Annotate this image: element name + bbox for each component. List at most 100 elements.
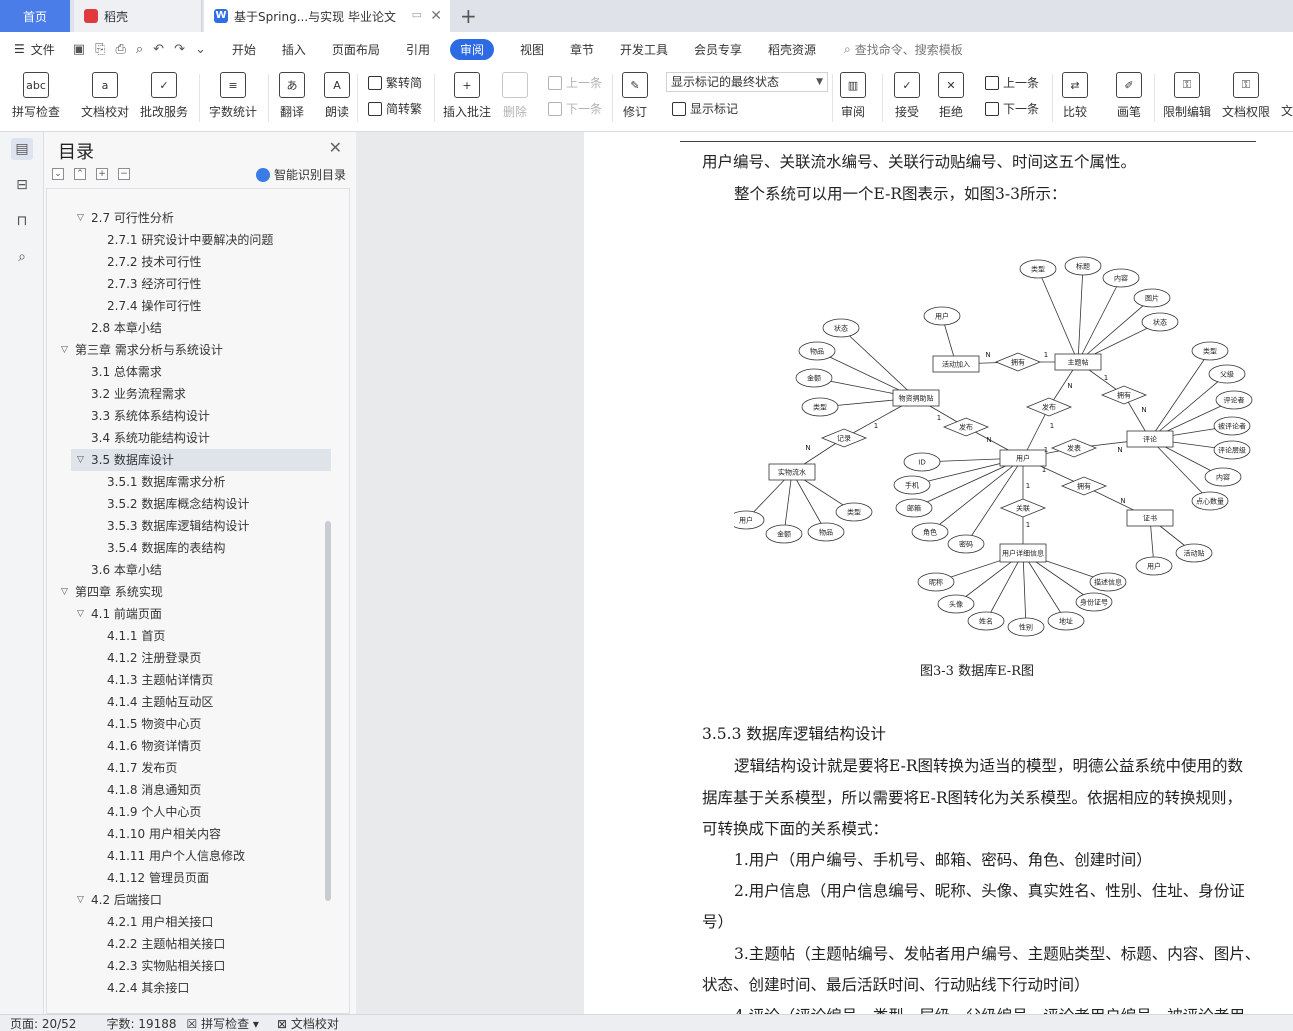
toc-item[interactable]: ▽ 4.2 后端接口 [47, 889, 337, 911]
toc-item[interactable]: 4.1.3 主题帖详情页 [47, 669, 337, 691]
print-icon[interactable]: ⎙ [115, 42, 125, 57]
expand-chevron-icon[interactable]: ▽ [77, 603, 84, 625]
close-icon[interactable]: ✕ [329, 138, 342, 157]
toc-item[interactable]: 3.6 本章小结 [47, 559, 337, 581]
compare-button[interactable]: ⇄ 比较 [1062, 72, 1088, 120]
toc-item[interactable]: ▽ 2.7 可行性分析 [47, 207, 337, 229]
toc-item[interactable]: 4.1.11 用户个人信息修改 [47, 845, 337, 867]
toc-item[interactable]: ▽ 第四章 系统实现 [47, 581, 337, 603]
reject-button[interactable]: ✕ 拒绝 [938, 72, 964, 120]
remove-heading-icon[interactable]: − [118, 168, 130, 180]
document-page[interactable]: 用户编号、关联流水编号、关联行动贴编号、时间这五个属性。 整个系统可以用一个E-… [584, 132, 1293, 1025]
expand-chevron-icon[interactable]: ▽ [77, 207, 84, 229]
simplified-to-traditional-button[interactable]: 简转繁 [368, 100, 422, 117]
toc-scrollbar[interactable] [325, 521, 331, 901]
doc-permission-button[interactable]: ⚿ 文档权限 [1222, 72, 1270, 120]
toc-item[interactable]: 3.4 系统功能结构设计 [47, 427, 337, 449]
export-icon[interactable]: ⎘ [95, 42, 105, 57]
menu-reference[interactable]: 引用 [406, 41, 430, 58]
spell-check-button[interactable]: abc 拼写检查 [12, 72, 60, 120]
close-tab-icon[interactable]: ✕ [430, 8, 442, 24]
word-count-button[interactable]: ≡ 字数统计 [209, 72, 257, 120]
new-tab-icon[interactable]: + [460, 4, 477, 28]
status-doc-proof[interactable]: ⊠ 文档校对 [277, 1015, 339, 1031]
toc-item[interactable]: 3.3 系统体系结构设计 [47, 405, 337, 427]
delete-comment-button[interactable]: 删除 [502, 72, 528, 120]
toc-item[interactable]: 3.5.4 数据库的表结构 [47, 537, 337, 559]
toc-item[interactable]: 4.2.4 其余接口 [47, 977, 337, 999]
status-spell-check[interactable]: ☒ 拼写检查 ▾ [187, 1015, 259, 1031]
accept-button[interactable]: ✓ 接受 [894, 72, 920, 120]
tab-home[interactable]: 首页 [0, 0, 70, 32]
toc-item[interactable]: 2.7.4 操作可行性 [47, 295, 337, 317]
page-indicator[interactable]: 页面: 20/52 [10, 1015, 76, 1031]
review-pane-button[interactable]: ▥ 审阅 [840, 72, 866, 120]
menu-review[interactable]: 审阅 [449, 38, 494, 60]
file-menu[interactable]: ☰ 文件 [14, 41, 55, 58]
menu-daoke-resources[interactable]: 稻壳资源 [768, 41, 816, 58]
preview-icon[interactable]: ⌕ [136, 42, 143, 57]
toc-item[interactable]: 3.5.2 数据库概念结构设计 [47, 493, 337, 515]
expand-all-icon[interactable]: ⌃ [74, 168, 86, 180]
redo-icon[interactable]: ↷ [174, 42, 185, 57]
markup-state-select[interactable]: 显示标记的最终状态 ▼ [666, 72, 828, 92]
toc-item[interactable]: 2.7.1 研究设计中要解决的问题 [47, 229, 337, 251]
next-change-button[interactable]: 下一条 [985, 100, 1039, 117]
toc-item[interactable]: 4.1.12 管理员页面 [47, 867, 337, 889]
show-markup-button[interactable]: 显示标记 [672, 100, 738, 117]
tab-daoke[interactable]: 稻壳 [74, 0, 202, 32]
add-heading-icon[interactable]: + [96, 168, 108, 180]
collapse-all-icon[interactable]: ⌄ [52, 168, 64, 180]
toc-item[interactable]: 4.2.1 用户相关接口 [47, 911, 337, 933]
traditional-to-simplified-button[interactable]: 繁转简 [368, 74, 422, 91]
toc-item[interactable]: 3.5.1 数据库需求分析 [47, 471, 337, 493]
insert-comment-button[interactable]: + 插入批注 [443, 72, 491, 120]
toc-item[interactable]: 3.2 业务流程需求 [47, 383, 337, 405]
word-count-indicator[interactable]: 字数: 19188 [106, 1015, 176, 1031]
command-search[interactable]: ⌕ 查找命令、搜索模板 [844, 41, 963, 58]
toc-item[interactable]: 2.8 本章小结 [47, 317, 337, 339]
batch-service-button[interactable]: ✓ 批改服务 [140, 72, 188, 120]
expand-chevron-icon[interactable]: ▽ [77, 449, 84, 471]
menu-chapter[interactable]: 章节 [570, 41, 594, 58]
search-icon[interactable]: ⌕ [11, 246, 33, 268]
toc-item[interactable]: 4.2.3 实物贴相关接口 [47, 955, 337, 977]
expand-chevron-icon[interactable]: ▽ [61, 581, 68, 603]
translate-button[interactable]: あ翻译 [279, 72, 305, 120]
read-aloud-button[interactable]: A 朗读 [324, 72, 350, 120]
toc-item[interactable]: 4.1.9 个人中心页 [47, 801, 337, 823]
prev-comment-button[interactable]: 上一条 [548, 74, 602, 91]
toc-item[interactable]: 4.1.1 首页 [47, 625, 337, 647]
menu-devtools[interactable]: 开发工具 [620, 41, 668, 58]
toc-item[interactable]: 3.1 总体需求 [47, 361, 337, 383]
doc-proof-button[interactable]: a 文档校对 [81, 72, 129, 120]
toc-item[interactable]: 4.1.4 主题帖互动区 [47, 691, 337, 713]
menu-start[interactable]: 开始 [232, 41, 256, 58]
toc-item[interactable]: 3.5.3 数据库逻辑结构设计 [47, 515, 337, 537]
tab-document[interactable]: W 基于Spring...与实现 毕业论文 ▭ ✕ [204, 0, 450, 32]
toc-item[interactable]: 4.2.2 主题帖相关接口 [47, 933, 337, 955]
toc-item[interactable]: 4.1.5 物资中心页 [47, 713, 337, 735]
pin-icon[interactable]: ▭ [412, 8, 422, 21]
toc-item[interactable]: 4.1.10 用户相关内容 [47, 823, 337, 845]
toc-item[interactable]: 4.1.6 物资详情页 [47, 735, 337, 757]
toc-item[interactable]: 4.1.2 注册登录页 [47, 647, 337, 669]
bookmark-icon[interactable]: ⊓ [11, 210, 33, 232]
menu-member[interactable]: 会员专享 [694, 41, 742, 58]
smart-toc-button[interactable]: 智能识别目录 [255, 166, 346, 183]
toc-item[interactable]: ▽ 3.5 数据库设计 [71, 449, 331, 471]
toc-item[interactable]: 4.1.7 发布页 [47, 757, 337, 779]
revise-button[interactable]: ✎ 修订 [622, 72, 648, 120]
toc-item[interactable]: 4.1.8 消息通知页 [47, 779, 337, 801]
next-comment-button[interactable]: 下一条 [548, 100, 602, 117]
restrict-edit-button[interactable]: ⚿ 限制编辑 [1163, 72, 1211, 120]
more-button[interactable]: 文 [1281, 102, 1293, 119]
expand-chevron-icon[interactable]: ▽ [61, 339, 68, 361]
more-chevron-icon[interactable]: ⌄ [195, 42, 206, 57]
toc-icon[interactable]: ▤ [11, 138, 33, 160]
outline-icon[interactable]: ⊟ [11, 174, 33, 196]
prev-change-button[interactable]: 上一条 [985, 74, 1039, 91]
toc-item[interactable]: ▽ 4.1 前端页面 [47, 603, 337, 625]
toc-item[interactable]: 2.7.2 技术可行性 [47, 251, 337, 273]
menu-layout[interactable]: 页面布局 [332, 41, 380, 58]
